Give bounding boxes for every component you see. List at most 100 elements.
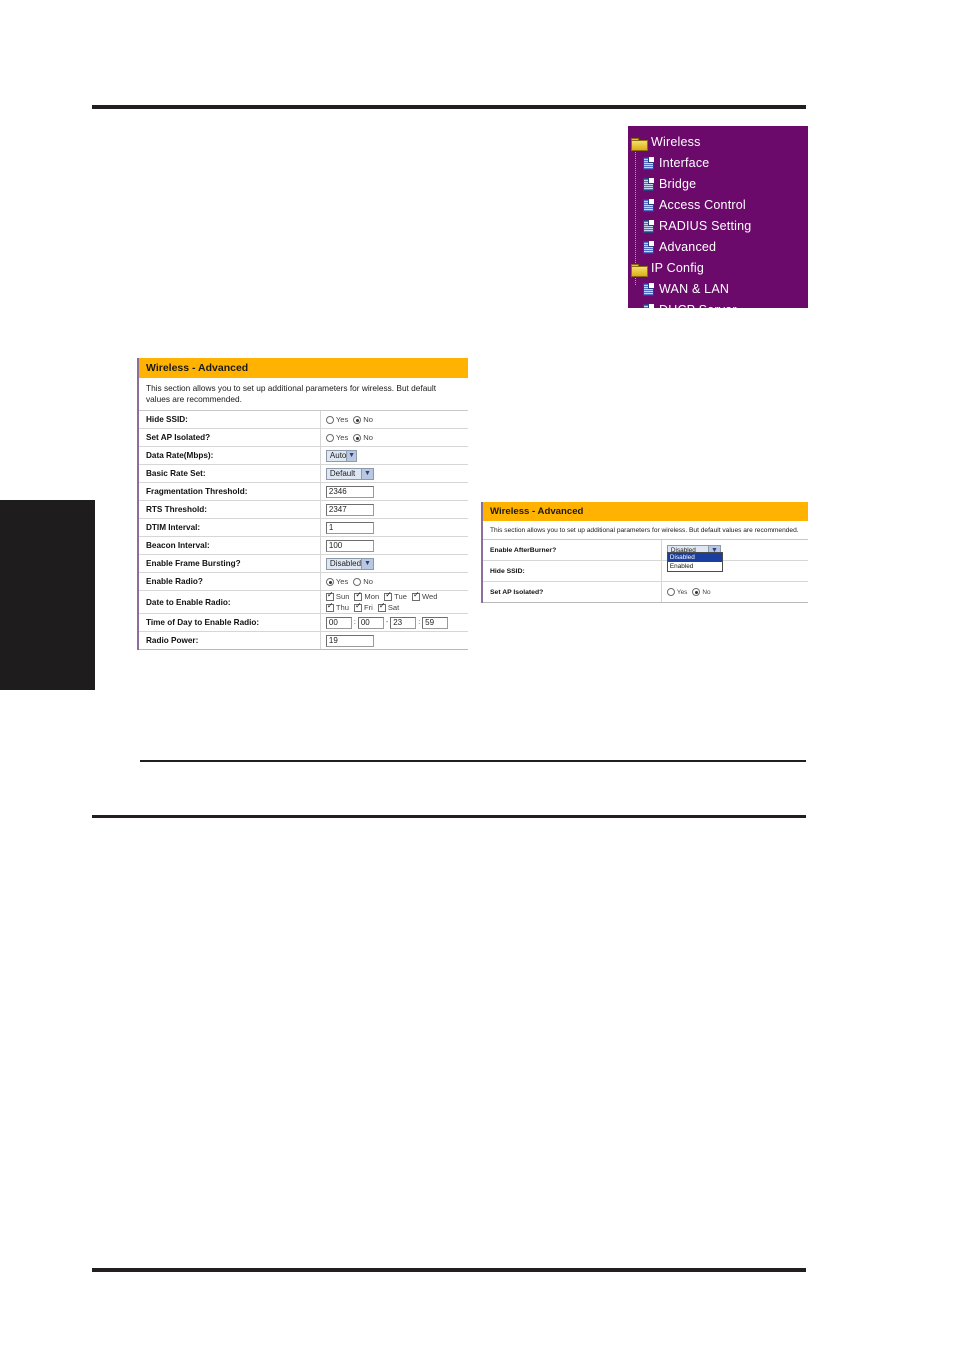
nav-item-label: Advanced: [659, 240, 717, 254]
time-input-end-hour[interactable]: 23: [390, 616, 417, 629]
radio-option-label: Yes: [335, 577, 349, 587]
day-label: Wed: [422, 592, 438, 602]
radio-button-no[interactable]: [353, 577, 362, 586]
nav-item-advanced[interactable]: Advanced: [628, 237, 808, 258]
page-icon: [643, 220, 654, 233]
radio-option-no[interactable]: No: [692, 588, 711, 597]
checkbox-thu[interactable]: [325, 602, 334, 612]
day-option-fri[interactable]: Fri: [354, 602, 373, 613]
time-input-value: 23: [393, 618, 403, 628]
time-input-end-minute[interactable]: 59: [422, 616, 449, 629]
setting-row: Hide SSID: Yes No: [139, 411, 468, 430]
radio-button-no[interactable]: [692, 588, 701, 597]
page-icon: [643, 304, 654, 308]
checkbox-sun[interactable]: [325, 591, 334, 601]
wireless-advanced-panel-afterburner: Wireless - Advanced This section allows …: [481, 502, 808, 604]
radio-option-label: Yes: [335, 433, 349, 443]
day-checkbox-group: Sun Mon Tue Wed Thu Fri Sat: [325, 591, 468, 613]
page-icon: [643, 241, 654, 254]
text-input[interactable]: 1: [325, 521, 374, 534]
panel-title: Wireless - Advanced: [139, 358, 468, 378]
time-input-start-minute[interactable]: 00: [357, 616, 384, 629]
time-input-start-hour[interactable]: 00: [325, 616, 352, 629]
radio-option-no[interactable]: No: [353, 415, 373, 424]
nav-item-interface[interactable]: Interface: [628, 153, 808, 174]
setting-value: 1: [321, 519, 468, 536]
setting-value: 100: [321, 537, 468, 554]
day-option-tue[interactable]: Tue: [384, 591, 407, 601]
nav-item-label: Access Control: [659, 198, 746, 212]
nav-item-access-control[interactable]: Access Control: [628, 195, 808, 216]
select-value: Default: [329, 469, 356, 479]
setting-label: Enable Frame Bursting?: [139, 555, 321, 573]
day-option-thu[interactable]: Thu: [325, 602, 349, 613]
radio-button-yes[interactable]: [325, 415, 334, 424]
nav-item-ip-config[interactable]: IP Config: [628, 258, 808, 279]
radio-button-no[interactable]: [353, 433, 362, 442]
day-label: Thu: [335, 603, 349, 613]
radio-button-no[interactable]: [353, 415, 362, 424]
nav-item-wan-lan[interactable]: WAN & LAN: [628, 279, 808, 300]
radio-option-yes[interactable]: Yes: [325, 433, 349, 443]
radio-option-label: No: [363, 433, 374, 443]
radio-option-no[interactable]: No: [353, 433, 373, 442]
chevron-down-icon[interactable]: ▼: [360, 468, 373, 479]
page-rule-bottom: [92, 1268, 806, 1272]
time-separator: :: [353, 619, 356, 627]
nav-item-radius-setting[interactable]: RADIUS Setting: [628, 216, 808, 237]
text-input[interactable]: 2346: [325, 485, 374, 498]
chevron-down-icon[interactable]: ▼: [346, 450, 356, 461]
setting-row: Basic Rate Set: Default ▼: [139, 465, 468, 484]
radio-button-yes[interactable]: [325, 577, 334, 586]
setting-value: Yes No: [321, 429, 468, 446]
page-rule-mid-b: [92, 815, 806, 818]
radio-option-label: Yes: [676, 588, 688, 596]
day-label: Fri: [364, 603, 373, 613]
nav-item-label: IP Config: [651, 261, 704, 275]
page-icon: [643, 283, 654, 296]
setting-label: Set AP Isolated?: [139, 429, 321, 447]
setting-label: DTIM Interval:: [139, 519, 321, 537]
wireless-advanced-panel-main: Wireless - Advanced This section allows …: [137, 358, 468, 651]
checkbox-wed[interactable]: [412, 591, 421, 601]
navigation-menu: Wireless Interface Bridge Access Control RAD…: [628, 126, 808, 308]
nav-item-label: Bridge: [659, 177, 697, 191]
radio-option-label: Yes: [335, 415, 349, 425]
radio-option-no[interactable]: No: [353, 577, 373, 586]
setting-label: Radio Power:: [139, 632, 321, 650]
day-checkbox-line: Thu Fri Sat: [325, 602, 468, 613]
checkbox-mon[interactable]: [354, 591, 363, 601]
setting-label: Beacon Interval:: [139, 537, 321, 555]
day-option-sat[interactable]: Sat: [377, 602, 399, 612]
select-dropdown[interactable]: Default ▼: [325, 467, 374, 480]
radio-option-yes[interactable]: Yes: [325, 577, 349, 587]
dropdown-option-disabled[interactable]: Disabled: [667, 553, 722, 563]
radio-option-label: No: [363, 577, 374, 587]
text-input[interactable]: 19: [325, 634, 374, 647]
text-input[interactable]: 100: [325, 539, 374, 552]
panel-description: This section allows you to set up additi…: [483, 521, 808, 541]
checkbox-tue[interactable]: [384, 591, 393, 601]
setting-row: Set AP Isolated? Yes No: [483, 582, 808, 604]
checkbox-sat[interactable]: [377, 602, 386, 612]
radio-option-yes[interactable]: Yes: [325, 415, 349, 425]
setting-row: Time of Day to Enable Radio: 00:00-23:59: [139, 614, 468, 633]
day-option-wed[interactable]: Wed: [412, 591, 438, 602]
radio-option-yes[interactable]: Yes: [666, 588, 688, 597]
panel-title: Wireless - Advanced: [483, 502, 808, 521]
chevron-down-icon[interactable]: ▼: [361, 558, 373, 569]
nav-item-wireless[interactable]: Wireless: [628, 132, 808, 153]
text-input[interactable]: 2347: [325, 503, 374, 516]
select-dropdown[interactable]: Disabled ▼: [325, 557, 374, 570]
setting-row: Hide SSID:: [483, 561, 808, 583]
radio-button-yes[interactable]: [666, 588, 675, 597]
nav-item-dhcp-server[interactable]: DHCP Server: [628, 300, 808, 308]
checkbox-fri[interactable]: [354, 602, 362, 612]
radio-button-yes[interactable]: [325, 433, 334, 442]
dropdown-option-enabled[interactable]: Enabled: [668, 562, 722, 571]
setting-label: Time of Day to Enable Radio:: [139, 614, 321, 632]
time-separator: -: [385, 619, 389, 627]
nav-item-bridge[interactable]: Bridge: [628, 174, 808, 195]
select-dropdown[interactable]: Auto ▼: [325, 449, 357, 462]
setting-label: Enable Radio?: [139, 573, 321, 591]
